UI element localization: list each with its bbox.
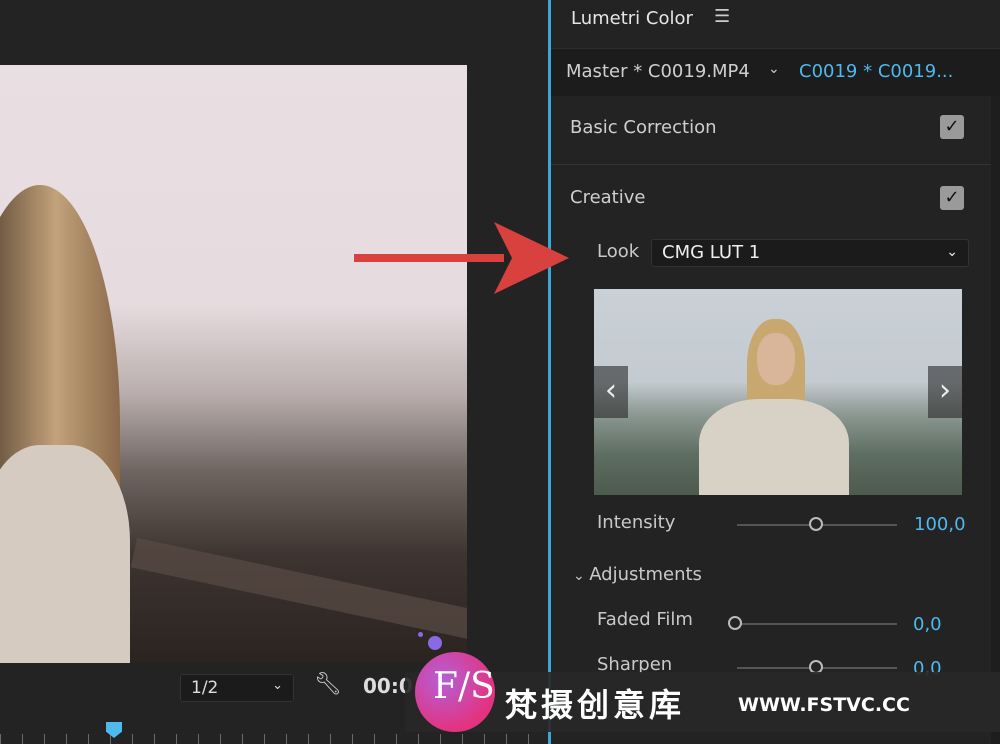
- intensity-label: Intensity: [597, 512, 676, 533]
- chevron-down-icon: ⌄: [946, 244, 958, 260]
- clip-tabs: Master * C0019.MP4 ⌄ C0019 * C0019...: [551, 48, 1000, 96]
- faded-film-slider-knob[interactable]: [728, 616, 742, 630]
- tab-master[interactable]: Master * C0019.MP4: [566, 61, 750, 82]
- scrollbar[interactable]: [991, 96, 1000, 744]
- red-arrow-annotation: [354, 222, 569, 294]
- program-monitor: 1/2 ⌄ 🔧︎ 00:0: [0, 0, 548, 744]
- adjustments-toggle[interactable]: ⌄ Adjustments: [573, 564, 702, 585]
- zoom-level-select[interactable]: 1/2 ⌄: [180, 674, 294, 702]
- intensity-slider-knob[interactable]: [809, 517, 823, 531]
- look-dropdown[interactable]: CMG LUT 1 ⌄: [651, 239, 969, 267]
- watermark-logo: F/S: [415, 652, 495, 732]
- creative-checkbox[interactable]: ✓: [940, 186, 964, 210]
- faded-film-label: Faded Film: [597, 609, 693, 630]
- lumetri-color-panel: Lumetri Color ☰ Master * C0019.MP4 ⌄ C00…: [551, 0, 1000, 744]
- zoom-level-value: 1/2: [191, 678, 219, 698]
- chevron-down-icon: ⌄: [272, 678, 283, 693]
- panel-menu-icon[interactable]: ☰: [714, 6, 730, 27]
- watermark-dot: [428, 636, 442, 650]
- look-value: CMG LUT 1: [662, 242, 761, 263]
- divider: [551, 164, 991, 165]
- basic-correction-checkbox[interactable]: ✓: [940, 115, 964, 139]
- watermark-dot: [418, 632, 423, 637]
- wrench-icon[interactable]: 🔧︎: [314, 672, 342, 697]
- previous-look-button[interactable]: ‹: [594, 366, 628, 418]
- watermark-url: WWW.FSTVC.CC: [738, 694, 910, 716]
- look-label: Look: [597, 241, 640, 262]
- chevron-down-icon[interactable]: ⌄: [768, 61, 780, 77]
- intensity-value[interactable]: 100,0: [914, 514, 966, 535]
- faded-film-slider[interactable]: [737, 623, 897, 625]
- tab-clip[interactable]: C0019 * C0019...: [799, 61, 953, 82]
- panel-title: Lumetri Color: [571, 8, 693, 29]
- adjustments-label: Adjustments: [589, 564, 702, 585]
- watermark-text: 梵摄创意库: [505, 686, 686, 724]
- look-preview-thumbnail: ‹ ›: [594, 289, 962, 495]
- chevron-down-icon: ⌄: [573, 568, 590, 584]
- section-basic-correction[interactable]: Basic Correction: [570, 117, 717, 138]
- next-look-button[interactable]: ›: [928, 366, 962, 418]
- faded-film-value[interactable]: 0,0: [913, 614, 942, 635]
- video-frame: [0, 65, 467, 663]
- section-creative[interactable]: Creative: [570, 187, 645, 208]
